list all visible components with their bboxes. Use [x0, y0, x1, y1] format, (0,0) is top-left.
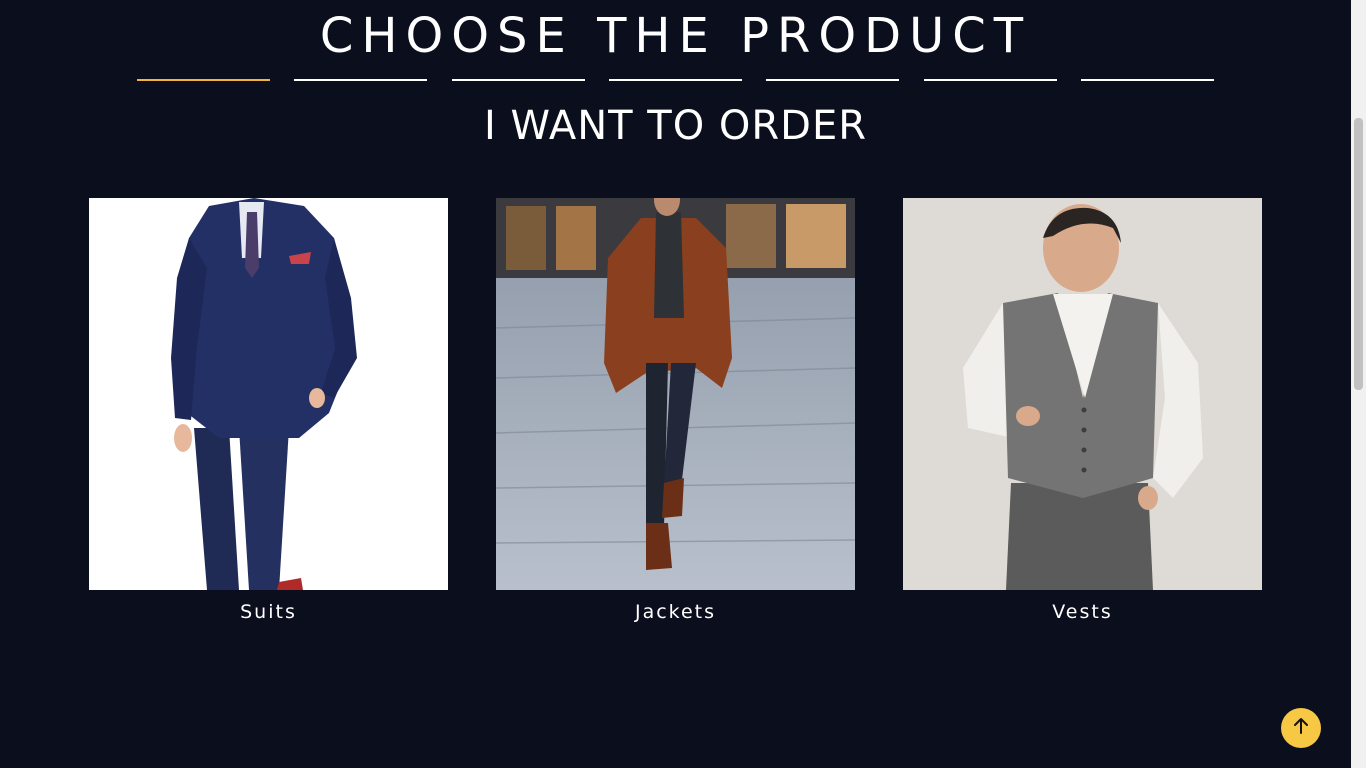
progress-step-1	[137, 79, 270, 81]
section-title: I WANT TO ORDER	[483, 103, 868, 149]
jacket-image[interactable]	[496, 198, 855, 590]
product-label[interactable]: Suits	[89, 600, 448, 624]
page-title: CHOOSE THE PRODUCT	[319, 8, 1032, 64]
progress-step-7	[1080, 79, 1214, 81]
progress-step-5	[766, 79, 900, 81]
arrow-up-icon	[1293, 717, 1309, 739]
product-card-vests[interactable]: Vests	[903, 198, 1262, 624]
scrollbar[interactable]	[1351, 0, 1366, 768]
progress-steps	[137, 79, 1214, 81]
vest-image[interactable]	[903, 198, 1262, 590]
product-card-jackets[interactable]: Jackets	[496, 198, 855, 624]
progress-step-2	[294, 79, 428, 81]
product-label[interactable]: Jackets	[496, 600, 855, 624]
progress-step-3	[451, 79, 585, 81]
product-label[interactable]: Vests	[903, 600, 1262, 624]
product-grid: Suits Jackets Vests	[89, 198, 1262, 624]
suit-image[interactable]	[89, 198, 448, 590]
progress-step-4	[608, 79, 742, 81]
product-card-suits[interactable]: Suits	[89, 198, 448, 624]
progress-step-6	[923, 79, 1057, 81]
scrollbar-thumb[interactable]	[1354, 118, 1363, 390]
scroll-to-top-button[interactable]	[1281, 708, 1321, 748]
